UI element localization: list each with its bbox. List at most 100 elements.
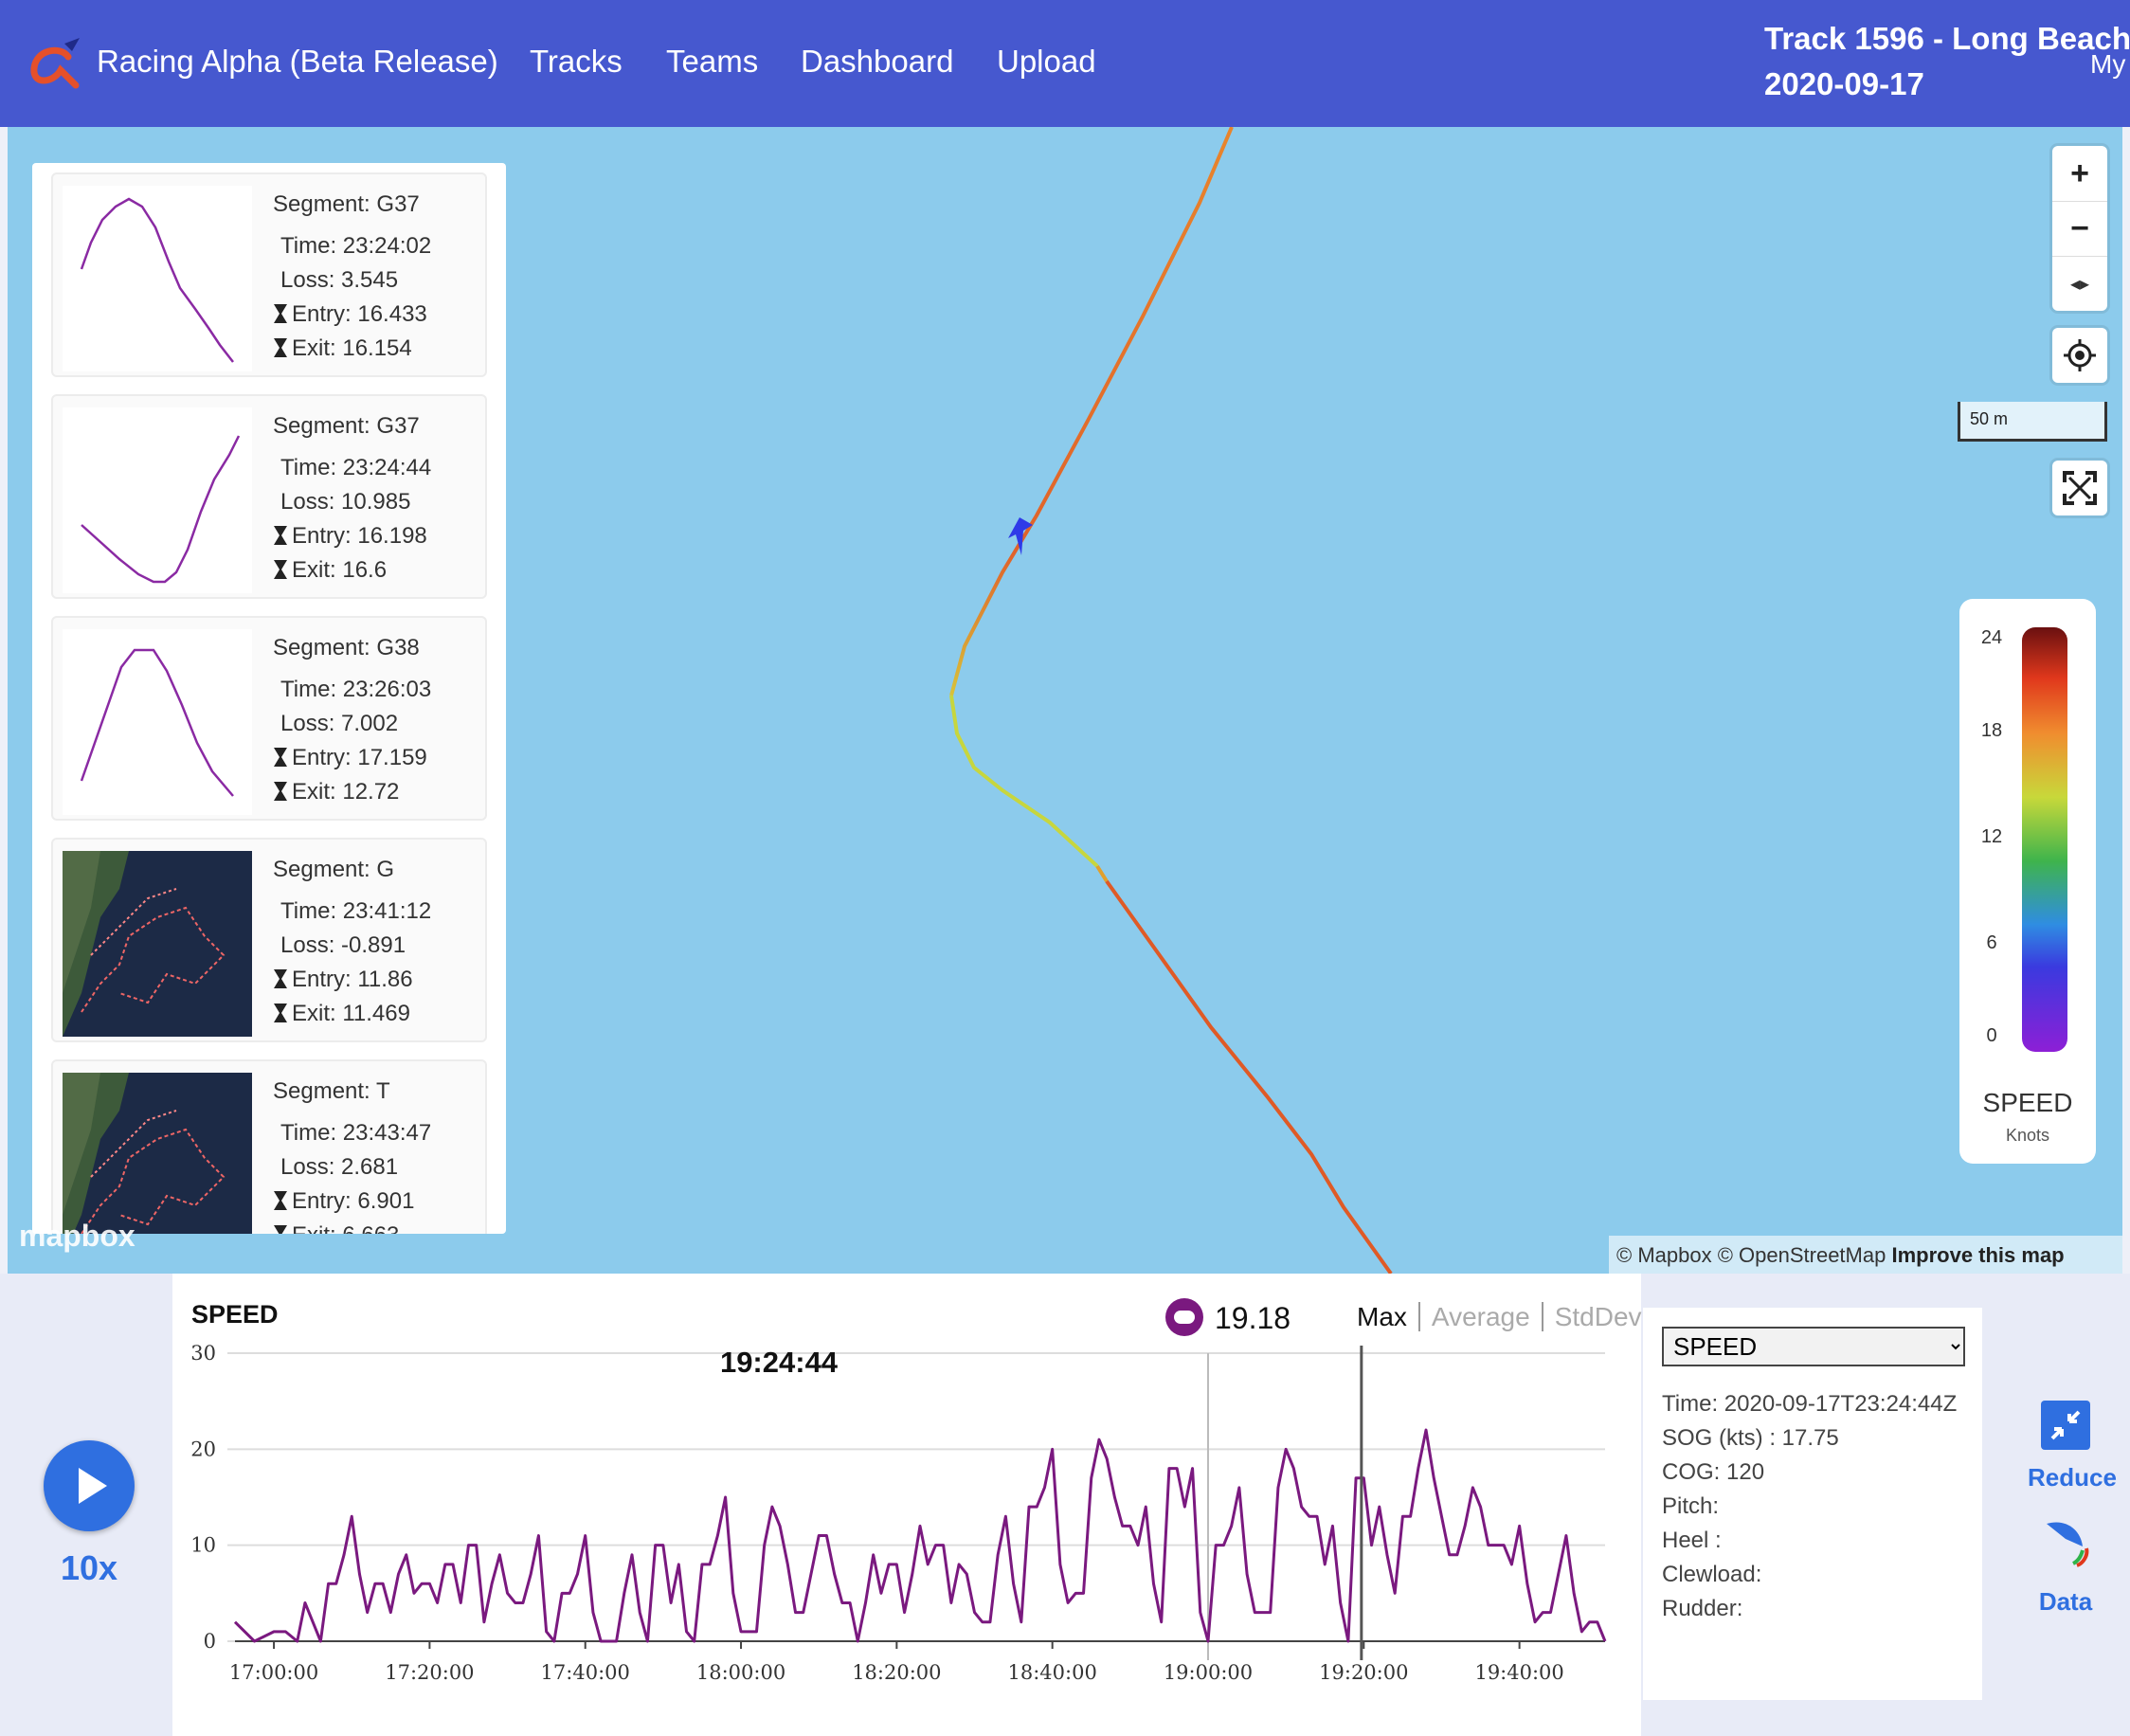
- speed-chart[interactable]: 0 10 20 30 17:00:00 17:20:00 17:40:00 18:00:00 1…: [172, 1340, 1641, 1736]
- info-pitch: Pitch:: [1662, 1493, 1720, 1519]
- tab-stddev[interactable]: StdDev: [1545, 1302, 1652, 1331]
- info-rudder: Rudder:: [1662, 1596, 1743, 1621]
- x-tick-label: 18:20:00: [852, 1661, 941, 1684]
- tab-average[interactable]: Average: [1422, 1302, 1540, 1331]
- track-map[interactable]: Segment: G37 Time: 23:24:02 Loss: 3.545 …: [8, 127, 2122, 1274]
- timeline-panel: 10x SPEED 19.18 Max Average StdDev 0 10 20 30…: [0, 1274, 2130, 1736]
- speed-color-scale: [2022, 627, 2067, 1052]
- info-heel: Heel :: [1662, 1528, 1722, 1553]
- hourglass-icon: [274, 1004, 287, 1022]
- segment-speed-curve: [63, 186, 252, 371]
- segment-loss: Loss: 7.002: [280, 711, 399, 736]
- segment-name: Segment: G37: [273, 413, 420, 439]
- boat-marker-icon: [1008, 517, 1033, 555]
- legend-tick: 6: [1986, 932, 1997, 953]
- segment-exit: Exit: 16.6: [292, 557, 388, 583]
- cursor-time-label: 19:24:44: [720, 1346, 839, 1379]
- segment-entry: Entry: 16.198: [292, 523, 427, 549]
- x-tick-label: 17:00:00: [229, 1661, 318, 1684]
- segment-card[interactable]: Segment: T Time: 23:43:47 Loss: 2.681 En…: [51, 1059, 487, 1234]
- zoom-in-button[interactable]: +: [2052, 146, 2107, 201]
- legend-tick: 24: [1980, 627, 2003, 648]
- crosshair-icon: [2064, 339, 2096, 371]
- point-info-card: SPEED Time: 2020-09-17T23:24:44Z SOG (kt…: [1643, 1308, 1982, 1700]
- nav-dashboard[interactable]: Dashboard: [801, 44, 953, 80]
- nav-tracks[interactable]: Tracks: [530, 44, 623, 80]
- play-button[interactable]: [44, 1440, 135, 1531]
- hourglass-icon: [274, 526, 287, 545]
- map-scale-bar: 50 m: [1958, 402, 2107, 442]
- segment-time: Time: 23:26:03: [280, 677, 432, 702]
- track-date: 2020-09-17: [1764, 66, 1924, 101]
- zoom-out-button[interactable]: −: [2052, 201, 2107, 256]
- segment-satellite-thumbnail: [63, 1073, 252, 1234]
- fullscreen-button[interactable]: [2052, 461, 2107, 515]
- data-button[interactable]: Data: [2028, 1516, 2103, 1617]
- segment-card[interactable]: Segment: G37 Time: 23:24:44 Loss: 10.985…: [51, 394, 487, 599]
- hourglass-icon: [274, 748, 287, 767]
- fullscreen-control: [2052, 461, 2107, 515]
- play-icon: [79, 1468, 107, 1504]
- speed-legend: 24 18 12 6 0 SPEED Knots: [1959, 599, 2096, 1164]
- segment-list[interactable]: Segment: G37 Time: 23:24:02 Loss: 3.545 …: [32, 163, 506, 1234]
- segment-loss: Loss: 2.681: [280, 1154, 399, 1180]
- segment-card[interactable]: Segment: G Time: 23:41:12 Loss: -0.891 E…: [51, 838, 487, 1042]
- x-tick-label: 18:00:00: [696, 1661, 785, 1684]
- segment-loss: Loss: -0.891: [280, 932, 406, 958]
- segment-name: Segment: G38: [273, 635, 420, 660]
- segment-card[interactable]: Segment: G38 Time: 23:26:03 Loss: 7.002 …: [51, 616, 487, 821]
- racing-alpha-logo-icon[interactable]: [27, 36, 81, 91]
- segment-time: Time: 23:43:47: [280, 1120, 432, 1146]
- metric-select[interactable]: SPEED: [1662, 1327, 1965, 1366]
- x-tick-label: 17:20:00: [385, 1661, 474, 1684]
- speed-series-line: [233, 1428, 1607, 1643]
- compass-button[interactable]: ◂▸: [2052, 256, 2107, 311]
- improve-map-link[interactable]: Improve this map: [1891, 1243, 2064, 1267]
- speed-chart-card: SPEED 19.18 Max Average StdDev 0 10 20 30 17:0…: [172, 1274, 1642, 1736]
- info-sog: SOG (kts) : 17.75: [1662, 1425, 1839, 1451]
- hourglass-icon: [274, 560, 287, 579]
- collapse-icon: [2041, 1401, 2090, 1450]
- geolocate-control: [2052, 328, 2107, 383]
- stat-tabs: Max Average StdDev: [1347, 1302, 1652, 1332]
- segment-entry: Entry: 6.901: [292, 1188, 415, 1214]
- track-title: Track 1596 - Long Beach: [1764, 21, 2130, 56]
- nav-teams[interactable]: Teams: [666, 44, 758, 80]
- user-menu-link[interactable]: My: [2090, 49, 2125, 80]
- segment-card[interactable]: Segment: G37 Time: 23:24:02 Loss: 3.545 …: [51, 172, 487, 377]
- segment-speed-curve: [63, 629, 252, 815]
- chart-title: SPEED: [191, 1300, 279, 1329]
- speed-badge-icon: [1165, 1298, 1203, 1336]
- current-value: 19.18: [1165, 1298, 1291, 1336]
- info-time: Time: 2020-09-17T23:24:44Z: [1662, 1391, 1958, 1417]
- point-info-lines: Time: 2020-09-17T23:24:44Z SOG (kts) : 1…: [1662, 1387, 1975, 1626]
- legend-unit: Knots: [2005, 1126, 2050, 1145]
- segment-loss: Loss: 3.545: [280, 267, 399, 293]
- zoom-controls: + − ◂▸: [2052, 146, 2107, 311]
- reduce-label: Reduce: [2028, 1463, 2117, 1492]
- segment-speed-curve: [63, 407, 252, 593]
- brand-link[interactable]: Racing Alpha (Beta Release): [97, 44, 498, 80]
- hourglass-icon: [274, 304, 287, 323]
- geolocate-button[interactable]: [2052, 328, 2107, 383]
- x-tick-label: 19:00:00: [1164, 1661, 1253, 1684]
- fullscreen-icon: [2063, 471, 2097, 505]
- playback-speed[interactable]: 10x: [28, 1548, 150, 1588]
- hourglass-icon: [274, 1225, 287, 1234]
- hourglass-icon: [274, 969, 287, 988]
- segment-time: Time: 23:41:12: [280, 898, 432, 924]
- reduce-button[interactable]: Reduce: [2028, 1401, 2117, 1492]
- segment-exit: Exit: 16.154: [292, 335, 412, 361]
- segment-name: Segment: G: [273, 857, 395, 882]
- legend-title: SPEED: [1982, 1088, 2073, 1117]
- hourglass-icon: [274, 338, 287, 357]
- attribution-text[interactable]: © Mapbox © OpenStreetMap: [1616, 1243, 1886, 1267]
- legend-tick: 0: [1986, 1025, 1997, 1046]
- segment-satellite-thumbnail: [63, 851, 252, 1037]
- mapbox-logo[interactable]: mapbox: [19, 1219, 135, 1254]
- nav-upload[interactable]: Upload: [997, 44, 1096, 80]
- segment-entry: Entry: 17.159: [292, 745, 427, 770]
- hourglass-icon: [274, 1191, 287, 1210]
- data-label: Data: [2038, 1587, 2093, 1616]
- tab-max[interactable]: Max: [1347, 1302, 1417, 1331]
